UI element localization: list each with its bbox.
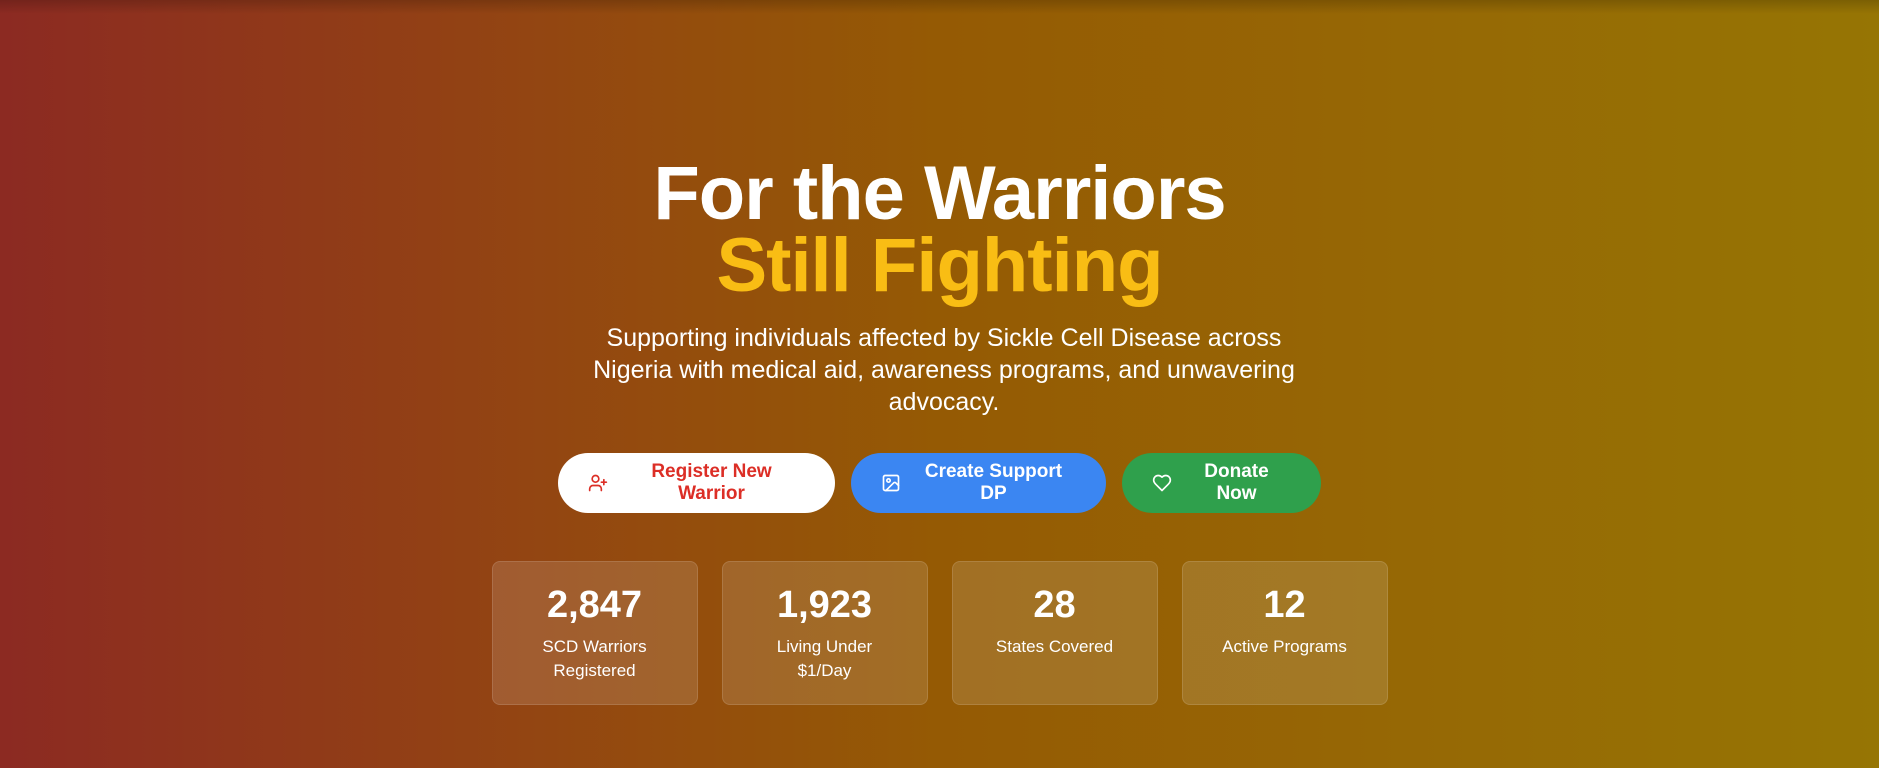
stat-card-warriors: 2,847 SCD Warriors Registered: [491, 561, 698, 705]
stat-value: 2,847: [546, 584, 643, 626]
hero-title-highlight: Still Fighting: [716, 223, 1163, 308]
stats-row: 2,847 SCD Warriors Registered 1,923 Livi…: [0, 561, 1879, 705]
register-warrior-label: Register New Warrior: [651, 461, 772, 504]
user-plus-icon: [588, 474, 608, 492]
stat-label: Active Programs: [1222, 637, 1347, 656]
create-support-dp-label: Create Support DP: [924, 461, 1063, 504]
stat-value: 1,923: [776, 584, 873, 626]
donate-now-label: Donate Now: [1204, 461, 1269, 504]
stat-card-states: 28 States Covered: [951, 561, 1158, 705]
image-icon: [882, 474, 900, 492]
donate-now-button[interactable]: Donate Now: [1122, 453, 1321, 513]
stat-value: 12: [1263, 584, 1306, 626]
hero-section: For the Warriors Still Fighting Supporti…: [0, 0, 1879, 768]
hero-actions: Register New Warrior Create Support DP D…: [0, 453, 1879, 513]
stat-card-living: 1,923 Living Under $1/Day: [721, 561, 928, 705]
heart-icon: [1152, 474, 1172, 492]
stat-label: Living Under $1/Day: [776, 637, 873, 680]
hero-subtitle: Supporting individuals affected by Sickl…: [593, 324, 1295, 416]
register-warrior-button[interactable]: Register New Warrior: [558, 453, 835, 513]
stat-value: 28: [1033, 584, 1076, 626]
create-support-dp-button[interactable]: Create Support DP: [851, 453, 1106, 513]
stat-card-programs: 12 Active Programs: [1181, 561, 1388, 705]
stat-label: SCD Warriors Registered: [542, 637, 647, 680]
stat-label: States Covered: [995, 637, 1114, 656]
